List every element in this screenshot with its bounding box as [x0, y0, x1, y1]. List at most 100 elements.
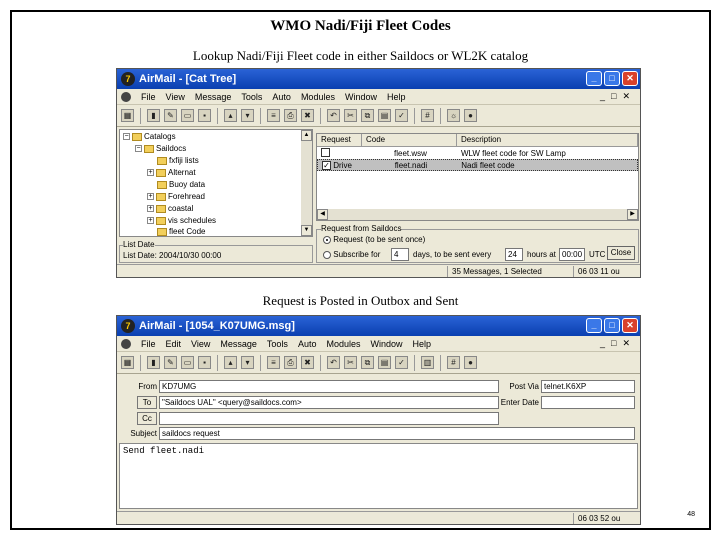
calculator-icon[interactable]: #: [447, 356, 460, 369]
table-row[interactable]: fleet.wsw WLW fleet code for SW Lamp: [317, 147, 638, 159]
calculator-icon[interactable]: #: [421, 109, 434, 122]
enter-date-field[interactable]: [541, 396, 635, 409]
scroll-right-icon[interactable]: ▶: [627, 209, 638, 220]
tree-scrollbar[interactable]: ▲ ▼: [301, 130, 312, 236]
inbox-icon[interactable]: ▴: [224, 109, 237, 122]
menu-message[interactable]: Message: [220, 339, 257, 349]
minimize-button[interactable]: _: [586, 71, 602, 86]
weather-icon[interactable]: ☼: [447, 109, 460, 122]
list-hscrollbar[interactable]: ◀ ▶: [317, 209, 638, 220]
inbox-icon[interactable]: ▴: [224, 356, 237, 369]
mdi-controls[interactable]: _□✕: [600, 338, 636, 349]
subscribe-option[interactable]: Subscribe for: [323, 250, 380, 259]
tree-item[interactable]: + Forehread: [147, 192, 205, 201]
tree-item[interactable]: + Alternat: [147, 168, 196, 177]
globe-icon[interactable]: ●: [464, 109, 477, 122]
menu-help[interactable]: Help: [413, 339, 432, 349]
menu-message[interactable]: Message: [195, 92, 232, 102]
menu-tools[interactable]: Tools: [267, 339, 288, 349]
post-via-field[interactable]: telnet.K6XP: [541, 380, 635, 393]
menu-help[interactable]: Help: [387, 92, 406, 102]
menu-view[interactable]: View: [166, 92, 185, 102]
col-description[interactable]: Description: [457, 134, 638, 146]
tree-item[interactable]: Buoy data: [157, 180, 205, 189]
book-icon[interactable]: ▮: [147, 356, 160, 369]
open-folder-icon[interactable]: ▭: [181, 356, 194, 369]
outbox-icon[interactable]: ▾: [241, 356, 254, 369]
menu-auto[interactable]: Auto: [272, 92, 291, 102]
grid-icon[interactable]: ▥: [421, 356, 434, 369]
menu-file[interactable]: File: [141, 92, 156, 102]
cc-field[interactable]: [159, 412, 499, 425]
new-document-icon[interactable]: ✎: [164, 109, 177, 122]
globe-icon[interactable]: ●: [464, 356, 477, 369]
tree-node-catalogs[interactable]: − Catalogs: [123, 132, 176, 141]
scroll-down-icon[interactable]: ▼: [301, 225, 312, 236]
spellcheck-icon[interactable]: ✓: [395, 109, 408, 122]
subject-field[interactable]: saildocs request: [159, 427, 635, 440]
cut-icon[interactable]: ✂: [344, 356, 357, 369]
catalog-icon[interactable]: ▦: [121, 109, 134, 122]
col-code[interactable]: Code: [362, 134, 457, 146]
close-button[interactable]: Close: [607, 246, 635, 260]
save-icon[interactable]: ▪: [198, 109, 211, 122]
minimize-button[interactable]: _: [586, 318, 602, 333]
menu-window[interactable]: Window: [345, 92, 377, 102]
trash-icon[interactable]: ✖: [301, 109, 314, 122]
scroll-up-icon[interactable]: ▲: [301, 130, 312, 141]
copy-icon[interactable]: ⧉: [361, 356, 374, 369]
menu-auto[interactable]: Auto: [298, 339, 317, 349]
radio-subscribe[interactable]: [323, 250, 331, 259]
message-body[interactable]: Send fleet.nadi: [119, 443, 638, 509]
request-checkbox-checked[interactable]: ✓: [322, 160, 331, 170]
save-icon[interactable]: ▪: [198, 356, 211, 369]
to-field[interactable]: "Saildocs UAL" <query@saildocs.com>: [159, 396, 499, 409]
trash-icon[interactable]: ✖: [301, 356, 314, 369]
menu-window[interactable]: Window: [370, 339, 402, 349]
tree-item[interactable]: fleet Code: [157, 227, 205, 236]
print-icon[interactable]: ⎙: [284, 109, 297, 122]
menu-file[interactable]: File: [141, 339, 156, 349]
undo-icon[interactable]: ↶: [327, 109, 340, 122]
menu-modules[interactable]: Modules: [326, 339, 360, 349]
maximize-button[interactable]: □: [604, 318, 620, 333]
subscribe-hours-field[interactable]: 24: [505, 248, 523, 261]
subscribe-time-field[interactable]: 00:00: [559, 248, 585, 261]
list-icon[interactable]: ≡: [267, 356, 280, 369]
menu-modules[interactable]: Modules: [301, 92, 335, 102]
paste-icon[interactable]: ▤: [378, 356, 391, 369]
catalog-icon[interactable]: ▦: [121, 356, 134, 369]
spellcheck-icon[interactable]: ✓: [395, 356, 408, 369]
subscribe-days-field[interactable]: 4: [391, 248, 409, 261]
col-request[interactable]: Request: [317, 134, 362, 146]
tree-item[interactable]: fxfiji lists: [157, 156, 199, 165]
close-window-button[interactable]: ✕: [622, 318, 638, 333]
menu-edit[interactable]: Edit: [166, 339, 182, 349]
undo-icon[interactable]: ↶: [327, 356, 340, 369]
new-document-icon[interactable]: ✎: [164, 356, 177, 369]
list-icon[interactable]: ≡: [267, 109, 280, 122]
scroll-left-icon[interactable]: ◀: [317, 209, 328, 220]
menu-tools[interactable]: Tools: [241, 92, 262, 102]
tree-node-saildocs[interactable]: − Saildocs: [135, 144, 186, 153]
book-icon[interactable]: ▮: [147, 109, 160, 122]
close-window-button[interactable]: ✕: [622, 71, 638, 86]
open-folder-icon[interactable]: ▭: [181, 109, 194, 122]
cut-icon[interactable]: ✂: [344, 109, 357, 122]
menu-view[interactable]: View: [191, 339, 210, 349]
tree-item[interactable]: + vis schedules: [147, 216, 216, 225]
maximize-button[interactable]: □: [604, 71, 620, 86]
request-once-option[interactable]: Request (to be sent once): [323, 235, 425, 244]
from-field[interactable]: KD7UMG: [159, 380, 499, 393]
table-row-selected[interactable]: ✓ Drive fleet.nadi Nadi fleet code: [317, 159, 638, 171]
to-button[interactable]: To: [137, 396, 157, 409]
tree-item[interactable]: + coastal: [147, 204, 193, 213]
radio-request[interactable]: [323, 235, 331, 244]
mdi-controls[interactable]: _□✕: [600, 91, 636, 102]
print-icon[interactable]: ⎙: [284, 356, 297, 369]
copy-icon[interactable]: ⧉: [361, 109, 374, 122]
request-checkbox[interactable]: [321, 147, 330, 157]
paste-icon[interactable]: ▤: [378, 109, 391, 122]
cc-button[interactable]: Cc: [137, 412, 157, 425]
document-menu-icon[interactable]: [121, 91, 131, 102]
